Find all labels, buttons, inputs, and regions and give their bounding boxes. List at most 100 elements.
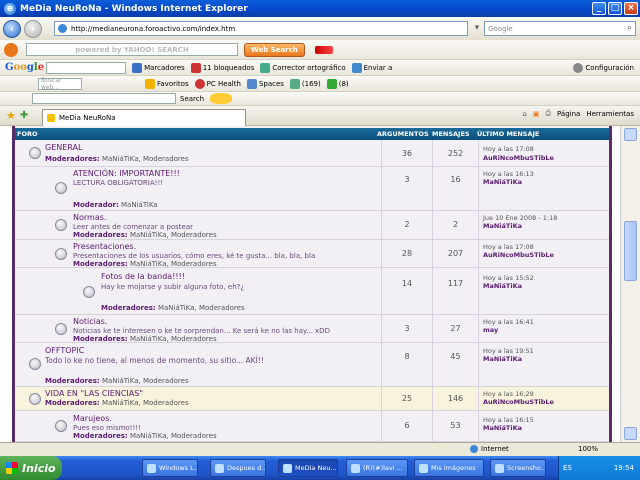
last-post-user[interactable]: MaNiáTiKa xyxy=(483,282,522,290)
toolbar-item-mail[interactable]: (169) xyxy=(289,78,321,89)
forum-row: VIDA EN "LAS CIENCIAS" Moderadores: MaNi… xyxy=(15,387,609,411)
mods-names[interactable]: MaNiáTiKa, Moderadores xyxy=(130,231,217,239)
taskbar-item[interactable]: Despues d... xyxy=(210,459,266,477)
taskbar: Inicio Windows L... Despues d... MeDia N… xyxy=(0,456,640,480)
add-favorite-icon[interactable]: ✚ xyxy=(20,110,28,121)
smiley-icon[interactable] xyxy=(210,93,233,104)
forward-button[interactable]: › xyxy=(24,19,42,38)
window-title-bar[interactable]: e MeDia NeuRoNa - Windows Internet Explo… xyxy=(0,0,640,17)
toolbar-item-messenger[interactable]: (8) xyxy=(326,78,349,89)
forum-title[interactable]: Marujeos. xyxy=(73,414,112,423)
toolbar-item-send[interactable]: Enviar a xyxy=(351,62,392,73)
forum-row: GENERAL Moderadores: MaNiáTiKa, Moderado… xyxy=(15,140,609,167)
feeds-icon[interactable]: ▣ xyxy=(533,110,540,118)
posts-count: 117 xyxy=(447,279,464,288)
mods-names[interactable]: MaNiáTiKa, Moderadores xyxy=(130,260,217,268)
forum-title[interactable]: Fotos de la banda!!!! xyxy=(101,272,185,281)
last-post-user[interactable]: MaNiáTiKa xyxy=(483,178,522,186)
scrollbar-thumb[interactable] xyxy=(624,221,637,281)
yahoo-search-input[interactable]: powered by YAHOO! SEARCH xyxy=(26,43,238,56)
toolbar-search-input[interactable] xyxy=(32,93,176,104)
toolbar-item-favorites[interactable]: Favoritos xyxy=(145,78,189,89)
last-post-user[interactable]: may xyxy=(483,326,498,334)
mail-count: (169) xyxy=(301,79,321,88)
tools-menu[interactable]: Herramientas xyxy=(586,110,634,118)
last-post-user[interactable]: AuRiNcoMbuSTibLe xyxy=(483,398,554,406)
mods-names[interactable]: MaNiáTiKa, Moderadores xyxy=(102,377,189,385)
forum-title[interactable]: Normas. xyxy=(73,213,106,222)
home-icon[interactable]: ⌂ xyxy=(522,110,526,118)
vertical-scrollbar[interactable] xyxy=(620,126,640,442)
mods-names[interactable]: MaNiáTiKa, Moderadores xyxy=(130,432,217,440)
web-search-button[interactable]: Web Search xyxy=(244,42,305,57)
web-search-input[interactable]: Buscar web... xyxy=(38,77,82,91)
status-bar: Internet 100% xyxy=(0,442,640,456)
ie-logo-icon: e xyxy=(4,2,16,15)
maximize-button[interactable]: □ xyxy=(608,2,622,15)
last-post-user[interactable]: MaNiáTiKa xyxy=(483,424,522,432)
dropdown-arrow-icon[interactable]: ▾ xyxy=(470,21,484,35)
tab-medianeurona[interactable]: MeDia NeuRoNa xyxy=(42,109,246,126)
start-button[interactable]: Inicio xyxy=(0,456,62,480)
back-button[interactable]: ‹ xyxy=(3,19,21,38)
clock[interactable]: 19:54 xyxy=(614,464,634,472)
posts-count: 146 xyxy=(447,394,464,403)
taskbar-item[interactable]: Screensho... xyxy=(490,459,546,477)
forum-title[interactable]: GENERAL xyxy=(45,143,82,152)
address-field[interactable]: http://medianeurona.foroactivo.com/index… xyxy=(54,21,468,36)
toolbar-item-blocked[interactable]: 11 bloqueados xyxy=(190,62,255,73)
search-icon[interactable]: ⌕ xyxy=(627,23,632,33)
mods-names[interactable]: MaNiáTiKa, Moderadores xyxy=(102,155,189,163)
mods-names[interactable]: MaNiáTiKa, Moderadores xyxy=(102,399,189,407)
print-icon[interactable]: ⎙ xyxy=(545,109,551,118)
address-bar-row: ‹ › http://medianeurona.foroactivo.com/i… xyxy=(0,17,640,40)
search-input[interactable]: Google ⌕ xyxy=(484,21,636,36)
last-post-user[interactable]: AuRiNcoMbuSTibLe xyxy=(483,154,554,162)
minimize-button[interactable]: _ xyxy=(592,2,606,15)
send-icon xyxy=(351,62,362,73)
forum-title[interactable]: OFFTOPIC xyxy=(45,346,84,355)
language-indicator[interactable]: ES xyxy=(563,464,572,472)
last-post-user[interactable]: MaNiáTiKa xyxy=(483,355,522,363)
toolbar-item-pc-health[interactable]: PC Health xyxy=(194,78,241,89)
taskbar-item[interactable]: Mis imágenes xyxy=(414,459,484,477)
google-search-input[interactable] xyxy=(46,61,127,74)
toolbar-logo-icon[interactable] xyxy=(4,42,18,57)
tab-favicon xyxy=(47,114,55,122)
forum-title[interactable]: Presentaciones. xyxy=(73,242,136,251)
toolbar-item-bookmarks[interactable]: Marcadores xyxy=(132,62,185,73)
search-label: Search xyxy=(180,94,205,103)
taskbar-item[interactable]: (R)(#)lavi ... xyxy=(346,459,408,477)
mods-names[interactable]: MaNiáTiKa, Moderadores xyxy=(130,335,217,343)
forum-row: Presentaciones. Presentaciones de los us… xyxy=(15,240,609,268)
forum-folder-icon xyxy=(29,393,41,405)
last-post-user[interactable]: MaNiáTiKa xyxy=(483,222,522,230)
google-logo: Google xyxy=(5,62,45,73)
scroll-up-arrow[interactable] xyxy=(624,128,637,141)
forum-title[interactable]: ATENCIÓN: IMPORTANTE!!! xyxy=(73,169,180,178)
zoom-level[interactable]: 100% xyxy=(578,445,598,453)
blocked-label: 11 bloqueados xyxy=(202,63,255,72)
toolbar-item-spaces[interactable]: Spaces xyxy=(246,78,284,89)
forum-title[interactable]: Noticias. xyxy=(73,317,107,326)
scroll-down-arrow[interactable] xyxy=(624,427,637,440)
mods-names[interactable]: MaNiáTiKa, Moderadores xyxy=(158,304,245,312)
tab-bar: ★ ✚ MeDia NeuRoNa ⌂ ▣ ⎙ Página Herramien… xyxy=(0,106,640,126)
bookmarks-label: Marcadores xyxy=(144,63,185,72)
toolbar-search-button[interactable]: Search xyxy=(180,95,204,103)
taskbar-item[interactable]: Windows L... xyxy=(142,459,198,477)
favorites-star-icon[interactable]: ★ xyxy=(6,109,16,122)
spellcheck-label: Corrector ortográfico xyxy=(272,63,346,72)
posts-count: 207 xyxy=(447,249,464,258)
page-menu[interactable]: Página xyxy=(557,110,580,118)
close-button[interactable]: × xyxy=(624,2,638,15)
last-post-user[interactable]: AuRiNcoMbuSTibLe xyxy=(483,251,554,259)
taskbar-item[interactable]: MeDia Neu... xyxy=(278,459,338,477)
mods-names[interactable]: MaNiáTiKa xyxy=(121,201,158,209)
toolbar-item-spellcheck[interactable]: Corrector ortográfico xyxy=(260,62,346,73)
posts-count: 53 xyxy=(450,421,461,430)
forum-title[interactable]: VIDA EN "LAS CIENCIAS" xyxy=(45,389,143,398)
forum-row: Fotos de la banda!!!! Hay ke mojarse y s… xyxy=(15,268,609,315)
toolbar-item-settings[interactable]: Configuración xyxy=(573,62,634,73)
forum-moderators: Moderadores: MaNiáTiKa, Moderadores xyxy=(45,155,189,163)
